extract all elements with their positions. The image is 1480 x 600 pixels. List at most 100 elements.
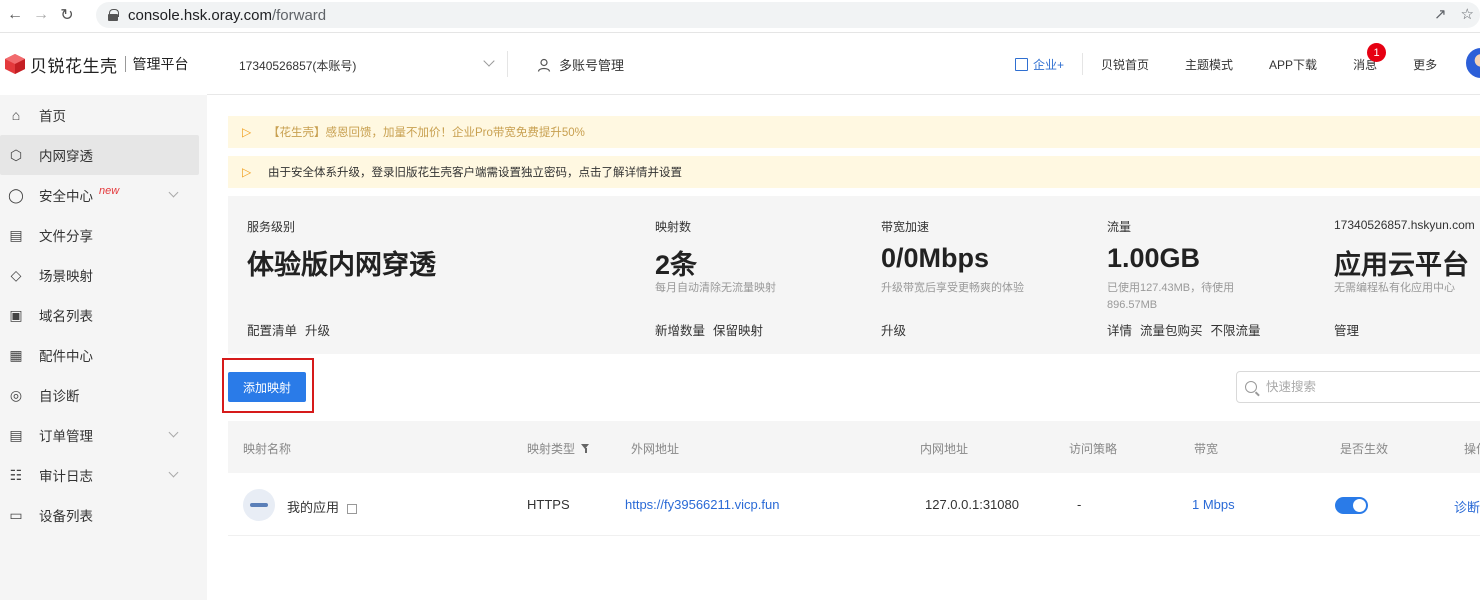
sidebar-item-label: 域名列表 xyxy=(39,309,93,324)
filter-icon[interactable] xyxy=(581,444,590,453)
stat-label: 服务级别 xyxy=(247,220,296,234)
nav-more-link[interactable]: 更多 xyxy=(1395,56,1455,73)
sidebar-item-label: 自诊断 xyxy=(39,389,80,404)
home-icon: ⌂ xyxy=(11,107,21,123)
sidebar-item-orders[interactable]: ▤ 订单管理 xyxy=(0,415,207,455)
url-path: /forward xyxy=(271,6,327,24)
multi-account-button[interactable]: 多账号管理 xyxy=(537,55,624,74)
sidebar-item-file-share[interactable]: ▤ 文件分享 xyxy=(0,215,207,255)
stat-note: 升级带宽后享受更畅爽的体验 xyxy=(881,282,1024,294)
stat-value: 1.00GB xyxy=(1107,243,1201,273)
share-icon[interactable]: ↗ xyxy=(1434,5,1447,23)
manage-link[interactable]: 管理 xyxy=(1334,320,1359,339)
col-header-bandwidth: 带宽 xyxy=(1194,442,1219,456)
internal-address: 127.0.0.1:31080 xyxy=(925,497,1019,512)
lock-icon xyxy=(108,9,119,21)
table-row: 我的应用 HTTPS https://fy39566211.vicp.fun 1… xyxy=(228,474,1480,536)
stat-label: 17340526857.hskyun.com xyxy=(1334,218,1475,232)
diagnose-link[interactable]: 诊断 xyxy=(1454,497,1480,516)
mapping-type: HTTPS xyxy=(527,497,570,512)
upgrade-bandwidth-link[interactable]: 升级 xyxy=(881,320,906,339)
stat-label: 带宽加速 xyxy=(881,220,930,234)
sidebar-item-devices[interactable]: ▭ 设备列表 xyxy=(0,495,207,535)
stat-label: 映射数 xyxy=(655,220,692,234)
sidebar-item-self-diagnose[interactable]: ◎ 自诊断 xyxy=(0,375,207,415)
sidebar-item-domains[interactable]: ▣ 域名列表 xyxy=(0,295,207,335)
col-header-enabled: 是否生效 xyxy=(1340,442,1389,456)
sidebar-item-label: 场景映射 xyxy=(39,269,93,284)
search-input[interactable] xyxy=(1266,380,1466,394)
header-nav: 企业+ 贝锐首页 主题模式 APP下载 消息 更多 xyxy=(997,33,1455,95)
top-header: 17340526857(本账号) 多账号管理 企业+ 贝锐首页 主题模式 APP… xyxy=(207,33,1480,95)
enabled-toggle[interactable] xyxy=(1335,497,1368,514)
keep-mapping-link[interactable]: 保留映射 xyxy=(713,320,763,339)
promo-notice[interactable]: ▷ 【花生壳】感恩回馈，加量不加价！企业Pro带宽免费提升50% xyxy=(228,116,1480,148)
new-badge: new xyxy=(99,185,120,197)
grid-icon: ▦ xyxy=(9,346,23,363)
add-quantity-link[interactable]: 新增数量 xyxy=(655,320,705,339)
sidebar-item-audit-log[interactable]: ☷ 审计日志 xyxy=(0,455,207,495)
browser-toolbar: ← → ↻ console.hsk.oray.com/forward ↗ ☆ xyxy=(0,0,1480,30)
unlimited-traffic-link[interactable]: 不限流量 xyxy=(1211,320,1261,339)
edit-icon[interactable] xyxy=(347,503,358,514)
forward-icon[interactable]: → xyxy=(30,4,52,26)
nav-app-download-link[interactable]: APP下载 xyxy=(1251,56,1335,73)
reload-icon[interactable]: ↻ xyxy=(56,4,78,26)
enterprise-link[interactable]: 企业+ xyxy=(997,56,1082,73)
col-header-name: 映射名称 xyxy=(243,442,292,456)
buy-traffic-link[interactable]: 流量包购买 xyxy=(1140,320,1203,339)
stat-value: 应用云平台 xyxy=(1334,250,1469,280)
security-notice[interactable]: ▷ 由于安全体系升级，登录旧版花生壳客户端需设置独立密码，点击了解详情并设置 xyxy=(228,156,1480,188)
sidebar-item-intranet[interactable]: ⬡ 内网穿透 xyxy=(0,135,199,175)
nav-theme-link[interactable]: 主题模式 xyxy=(1167,56,1251,73)
col-header-internal: 内网地址 xyxy=(920,442,969,456)
external-address-link[interactable]: https://fy39566211.vicp.fun xyxy=(625,497,779,512)
nav-messages-link[interactable]: 消息 xyxy=(1335,56,1395,73)
chevron-down-icon xyxy=(168,467,179,478)
sidebar-item-label: 首页 xyxy=(39,109,66,124)
logo[interactable]: 贝锐花生壳 管理平台 xyxy=(0,33,207,95)
account-selector[interactable]: 17340526857(本账号) xyxy=(239,57,356,74)
address-bar[interactable]: console.hsk.oray.com/forward xyxy=(96,2,1480,28)
layers-icon: ◇ xyxy=(10,266,22,283)
log-icon: ☷ xyxy=(9,466,23,483)
back-icon[interactable]: ← xyxy=(4,4,26,26)
highlight-annotation xyxy=(222,358,314,413)
bandwidth-link[interactable]: 1 Mbps xyxy=(1192,497,1235,512)
stat-label: 流量 xyxy=(1107,220,1132,234)
sidebar-item-label: 安全中心 xyxy=(39,189,93,204)
col-header-type[interactable]: 映射类型 xyxy=(527,440,590,457)
sidebar: 贝锐花生壳 管理平台 ⌂ 首页 ⬡ 内网穿透 ◯ 安全中心 new ▤ 文件分享… xyxy=(0,33,207,600)
domain-icon: ▣ xyxy=(9,306,23,323)
shield-icon: ◯ xyxy=(8,186,24,203)
mapping-name-text: 我的应用 xyxy=(287,500,340,515)
monitor-icon: ▭ xyxy=(9,506,23,523)
upgrade-link[interactable]: 升级 xyxy=(305,320,330,339)
sidebar-item-scene-mapping[interactable]: ◇ 场景映射 xyxy=(0,255,207,295)
building-icon xyxy=(1015,57,1028,71)
search-box[interactable] xyxy=(1236,371,1480,403)
chevron-down-icon xyxy=(168,187,179,198)
speaker-icon: ▷ xyxy=(242,165,252,179)
sidebar-item-security[interactable]: ◯ 安全中心 new xyxy=(0,175,207,215)
sidebar-item-accessories[interactable]: ▦ 配件中心 xyxy=(0,335,207,375)
notice-text: 由于安全体系升级，登录旧版花生壳客户端需设置独立密码，点击了解详情并设置 xyxy=(268,167,682,179)
enterprise-label: 企业+ xyxy=(1033,57,1065,72)
access-policy: - xyxy=(1077,497,1082,512)
cube-icon: ⬡ xyxy=(9,146,23,163)
user-icon xyxy=(537,58,551,72)
config-list-link[interactable]: 配置清单 xyxy=(247,320,297,339)
multi-account-label: 多账号管理 xyxy=(559,58,625,73)
avatar[interactable] xyxy=(1466,48,1480,78)
sidebar-item-label: 订单管理 xyxy=(39,429,93,444)
sidebar-item-label: 审计日志 xyxy=(39,469,93,484)
sidebar-item-label: 设备列表 xyxy=(39,509,93,524)
traffic-details-link[interactable]: 详情 xyxy=(1107,320,1132,339)
nav-home-link[interactable]: 贝锐首页 xyxy=(1083,56,1167,73)
chevron-down-icon[interactable] xyxy=(483,55,495,67)
bookmark-star-icon[interactable]: ☆ xyxy=(1461,5,1474,23)
sidebar-item-home[interactable]: ⌂ 首页 xyxy=(0,95,207,135)
brand-name: 贝锐花生壳 xyxy=(30,56,118,76)
sidebar-item-label: 内网穿透 xyxy=(39,149,93,164)
url-host: console.hsk.oray.com xyxy=(128,6,272,24)
